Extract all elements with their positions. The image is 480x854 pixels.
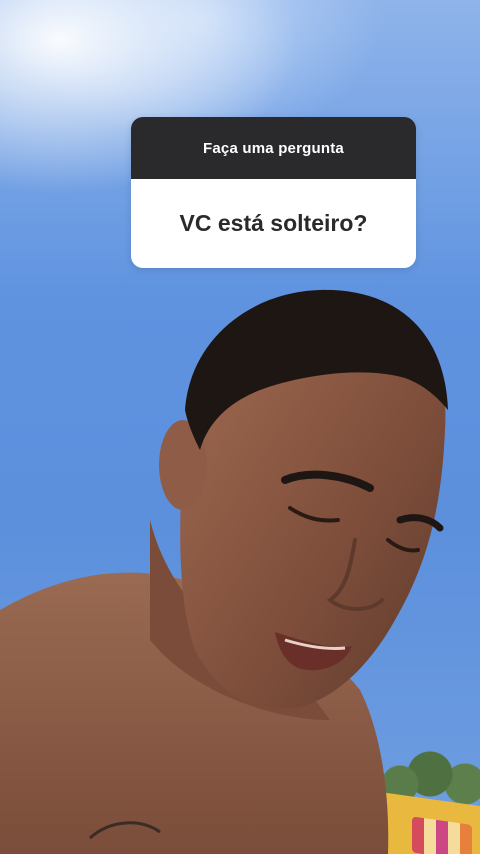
question-sticker[interactable]: Faça uma pergunta VC está solteiro?	[131, 117, 416, 268]
question-prompt: Faça uma pergunta	[131, 117, 416, 179]
question-text: VC está solteiro?	[131, 179, 416, 268]
